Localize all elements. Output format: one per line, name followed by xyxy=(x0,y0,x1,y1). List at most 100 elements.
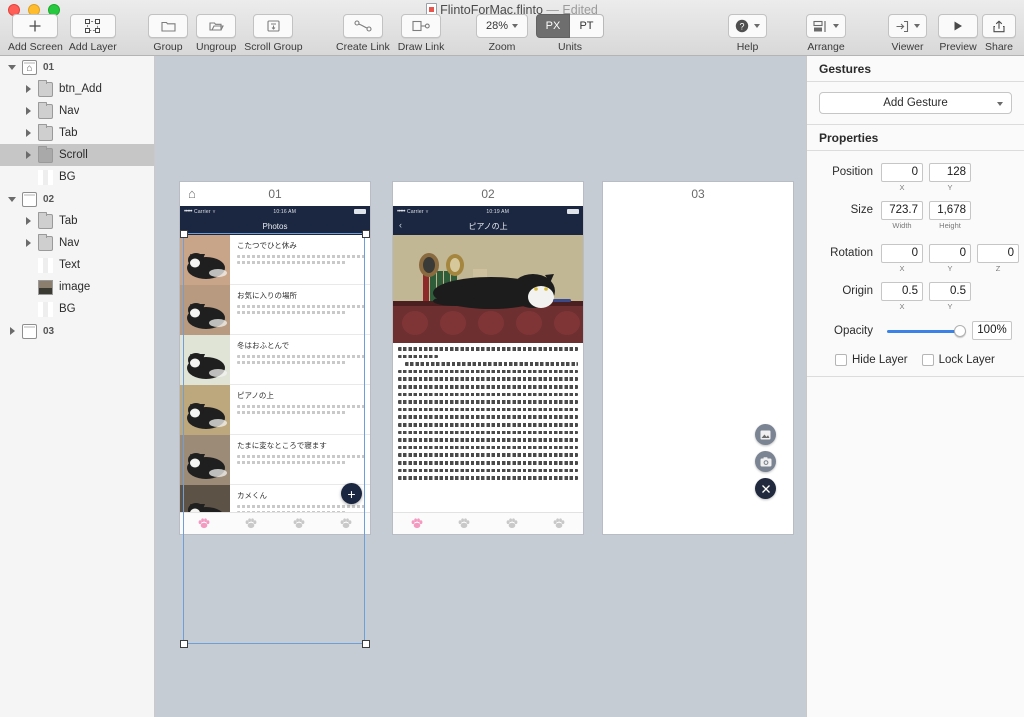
selection-handle-bottom-left[interactable] xyxy=(180,640,188,648)
tab-item-1[interactable] xyxy=(180,518,228,529)
create-link-button[interactable]: Create Link xyxy=(336,14,390,53)
zoom-control: 28% Zoom xyxy=(476,14,528,53)
add-layer-button[interactable]: Add Layer xyxy=(69,14,117,53)
position-y-input[interactable]: 128 xyxy=(929,163,971,182)
add-gesture-dropdown[interactable]: Add Gesture xyxy=(819,92,1012,114)
disclosure-triangle-icon[interactable] xyxy=(22,151,34,159)
layers-sidebar[interactable]: 01 btn_Add Nav Tab Scroll BG 02 Tab Nav Text image… xyxy=(0,56,155,717)
layer-row-bg[interactable]: BG xyxy=(0,298,154,320)
units-px-button[interactable]: PX xyxy=(536,14,570,38)
size-width-input[interactable]: 723.7 xyxy=(881,201,923,220)
screen-02[interactable]: 02 ••••• Carrier ▿ 10:19 AM ‹ ピアノの上 xyxy=(393,182,583,534)
design-canvas[interactable]: ⌂ 01 ••••• Carrier ▿ 10:16 AM Photos こたつ… xyxy=(155,56,806,717)
disclosure-triangle-icon[interactable] xyxy=(22,85,34,93)
layer-row-tab[interactable]: Tab xyxy=(0,122,154,144)
selection-handle-bottom-right[interactable] xyxy=(362,640,370,648)
tab-item-4[interactable] xyxy=(323,518,371,529)
photo-library-button[interactable] xyxy=(755,424,776,445)
disclosure-triangle-icon[interactable] xyxy=(6,64,18,70)
rotation-x-input[interactable]: 0 xyxy=(881,244,923,263)
layer-row-btn_add[interactable]: btn_Add xyxy=(0,78,154,100)
layer-row-01[interactable]: 01 xyxy=(0,56,154,78)
zoom-dropdown[interactable]: 28% xyxy=(476,14,528,38)
opacity-value-input[interactable]: 100% xyxy=(972,321,1012,340)
tab-item-1[interactable] xyxy=(393,518,441,529)
origin-y-input[interactable]: 0.5 xyxy=(929,282,971,301)
tab-item-2[interactable] xyxy=(441,518,489,529)
draw-link-button[interactable]: Draw Link xyxy=(398,14,444,53)
cat-photo-thumb xyxy=(180,485,230,512)
camera-button[interactable] xyxy=(755,451,776,472)
add-screen-button[interactable]: Add Screen xyxy=(8,14,63,53)
rotation-y-input[interactable]: 0 xyxy=(929,244,971,263)
tab-item-3[interactable] xyxy=(275,518,323,529)
add-photo-fab[interactable]: + xyxy=(341,483,362,504)
preview-label: Preview xyxy=(939,41,977,53)
zoom-label: Zoom xyxy=(488,41,516,53)
gestures-section: Add Gesture xyxy=(807,82,1024,125)
tab-bar-01[interactable] xyxy=(180,512,370,534)
article-text-line xyxy=(398,422,578,427)
placeholder-text-line xyxy=(237,361,348,364)
viewer-button[interactable] xyxy=(888,14,927,38)
size-height-input[interactable]: 1,678 xyxy=(929,201,971,220)
photo-thumbnail xyxy=(180,435,230,485)
disclosure-triangle-icon[interactable] xyxy=(22,217,34,225)
photo-cell-title: 冬はおふとんで xyxy=(237,341,290,350)
arrange-label: Arrange xyxy=(807,41,845,53)
ungroup-button[interactable]: Ungroup xyxy=(196,14,236,53)
photo-list-item[interactable]: お気に入りの場所 xyxy=(180,285,370,335)
photo-list-01[interactable]: こたつでひと休み お気に入りの場所冬はおふとんでピアノの上 たまに変なところで寝ます… xyxy=(180,235,370,512)
photo-list-item[interactable]: 冬はおふとんで xyxy=(180,335,370,385)
screen-03-name: 03 xyxy=(691,187,705,201)
hide-layer-checkbox[interactable]: Hide Layer xyxy=(835,354,908,366)
layer-name: 01 xyxy=(43,61,55,73)
photo-list-item[interactable]: たまに変なところで寝ます xyxy=(180,435,370,485)
layer-row-text[interactable]: Text xyxy=(0,254,154,276)
layer-row-bg[interactable]: BG xyxy=(0,166,154,188)
layer-tree[interactable]: 01 btn_Add Nav Tab Scroll BG 02 Tab Nav Text image… xyxy=(0,56,154,342)
layer-name: 02 xyxy=(43,193,55,205)
photo-thumbnail xyxy=(180,235,230,285)
close-fab-button[interactable] xyxy=(755,478,776,499)
opacity-slider[interactable] xyxy=(887,324,966,338)
layer-row-scroll[interactable]: Scroll xyxy=(0,144,154,166)
article-text-line xyxy=(398,430,578,435)
group-button[interactable]: Group xyxy=(148,14,188,53)
chevron-left-icon[interactable]: ‹ xyxy=(399,220,402,230)
photo-list-item[interactable]: ピアノの上 xyxy=(180,385,370,435)
origin-x-input[interactable]: 0.5 xyxy=(881,282,923,301)
share-button[interactable] xyxy=(982,14,1016,38)
preview-button[interactable] xyxy=(938,14,978,38)
layer-row-tab[interactable]: Tab xyxy=(0,210,154,232)
disclosure-triangle-icon[interactable] xyxy=(6,196,18,202)
tab-item-3[interactable] xyxy=(488,518,536,529)
selection-handle-top-right[interactable] xyxy=(362,230,370,238)
units-pt-button[interactable]: PT xyxy=(570,14,604,38)
screen-01[interactable]: ⌂ 01 ••••• Carrier ▿ 10:16 AM Photos こたつ… xyxy=(180,182,370,534)
arrange-button[interactable] xyxy=(806,14,846,38)
tab-item-2[interactable] xyxy=(228,518,276,529)
units-segmented[interactable]: PX PT xyxy=(536,14,604,38)
layer-row-03[interactable]: 03 xyxy=(0,320,154,342)
selection-handle-top-left[interactable] xyxy=(180,230,188,238)
disclosure-triangle-icon[interactable] xyxy=(6,327,18,335)
opacity-slider-knob[interactable] xyxy=(954,324,966,337)
disclosure-triangle-icon[interactable] xyxy=(22,107,34,115)
layer-row-nav[interactable]: Nav xyxy=(0,232,154,254)
rotation-z-input[interactable]: 0 xyxy=(977,244,1019,263)
lock-layer-checkbox[interactable]: Lock Layer xyxy=(921,354,995,366)
scroll-group-button[interactable]: Scroll Group xyxy=(244,14,303,53)
tab-item-4[interactable] xyxy=(536,518,584,529)
position-x-input[interactable]: 0 xyxy=(881,163,923,182)
disclosure-triangle-icon[interactable] xyxy=(22,239,34,247)
floating-action-buttons[interactable] xyxy=(755,424,776,499)
tab-bar-02[interactable] xyxy=(393,512,583,534)
disclosure-triangle-icon[interactable] xyxy=(22,129,34,137)
layer-row-02[interactable]: 02 xyxy=(0,188,154,210)
photo-list-item[interactable]: こたつでひと休み xyxy=(180,235,370,285)
layer-row-image[interactable]: image xyxy=(0,276,154,298)
help-button[interactable]: ? xyxy=(728,14,767,38)
placeholder-text-line xyxy=(237,255,365,258)
layer-row-nav[interactable]: Nav xyxy=(0,100,154,122)
